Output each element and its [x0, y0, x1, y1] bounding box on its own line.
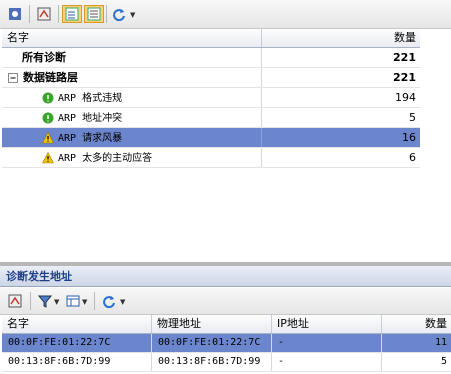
chevron-down-icon[interactable]: ▼ — [120, 298, 125, 306]
address-name: 00:0F:FE:01:22:7C — [2, 334, 152, 352]
address-mac: 00:13:8F:6B:7D:99 — [152, 353, 272, 371]
tree-view-icon — [65, 7, 79, 21]
diagnosis-row-selected[interactable]: ARP 请求风暴 16 — [2, 128, 420, 148]
address-ip: - — [272, 334, 382, 352]
diagnosis-row[interactable]: ARP 太多的主动应答 6 — [2, 148, 420, 168]
diagnosis-grid: 名字 数量 所有诊断 221 数据链路层 221 ARP 格式违规 194 AR… — [2, 29, 420, 168]
columns-icon — [66, 295, 80, 307]
columns-button[interactable] — [63, 292, 83, 310]
address-row-selected[interactable]: 00:0F:FE:01:22:7C 00:0F:FE:01:22:7C - 11 — [2, 334, 451, 353]
address-grid-header: 名字 物理地址 IP地址 数量 — [2, 315, 451, 334]
column-header-name[interactable]: 名字 — [2, 29, 262, 47]
refresh-icon — [113, 9, 125, 21]
ok-green-icon — [42, 112, 54, 124]
column-header-count[interactable]: 数量 — [382, 315, 451, 333]
column-header-ip[interactable]: IP地址 — [272, 315, 382, 333]
address-grid: 名字 物理地址 IP地址 数量 00:0F:FE:01:22:7C 00:0F:… — [2, 315, 451, 372]
diagnosis-row-label: ARP 太多的主动应答 — [58, 153, 153, 164]
address-name: 00:13:8F:6B:7D:99 — [2, 353, 152, 371]
collapse-minus-icon[interactable] — [7, 72, 19, 84]
column-header-count[interactable]: 数量 — [264, 29, 420, 47]
report-icon — [8, 294, 22, 308]
diagnosis-row-label: ARP 格式违规 — [58, 93, 123, 104]
diagnosis-row-count: 6 — [409, 151, 416, 164]
filter-button[interactable] — [35, 292, 55, 310]
refresh-button[interactable] — [99, 292, 119, 310]
chevron-down-icon[interactable]: ▼ — [130, 11, 135, 19]
list-view-icon — [87, 7, 101, 21]
diagnosis-row[interactable]: 所有诊断 221 — [2, 48, 420, 68]
diagnosis-row-count: 194 — [395, 91, 416, 104]
refresh-icon — [103, 296, 115, 308]
diagnosis-settings-button[interactable] — [5, 5, 25, 23]
address-row[interactable]: 00:13:8F:6B:7D:99 00:13:8F:6B:7D:99 - 5 — [2, 353, 451, 372]
gear-icon — [9, 8, 21, 20]
address-ip: - — [272, 353, 382, 371]
diagnosis-row-count: 16 — [402, 131, 416, 144]
diagnosis-row-label: 数据链路层 — [23, 71, 78, 84]
chevron-down-icon[interactable]: ▼ — [54, 298, 59, 306]
address-count: 11 — [434, 337, 447, 348]
diagnosis-row[interactable]: ARP 地址冲突 5 — [2, 108, 420, 128]
report-button[interactable] — [5, 292, 25, 310]
report-icon — [37, 7, 51, 21]
diagnosis-row-count: 5 — [409, 111, 416, 124]
column-header-mac[interactable]: 物理地址 — [152, 315, 272, 333]
diagnosis-row[interactable]: 数据链路层 221 — [2, 68, 420, 88]
column-header-name[interactable]: 名字 — [2, 315, 152, 333]
diagnosis-row-label: ARP 地址冲突 — [58, 113, 123, 124]
warning-icon — [42, 132, 54, 144]
diagnosis-row[interactable]: ARP 格式违规 194 — [2, 88, 420, 108]
tree-view-button[interactable] — [62, 5, 82, 23]
ok-green-icon — [42, 92, 54, 104]
refresh-button[interactable] — [109, 5, 129, 23]
chevron-down-icon[interactable]: ▼ — [82, 298, 87, 306]
panel-title: 诊断发生地址 — [0, 266, 451, 287]
address-mac: 00:0F:FE:01:22:7C — [152, 334, 272, 352]
filter-icon — [38, 295, 52, 308]
report-button[interactable] — [34, 5, 54, 23]
address-count: 5 — [440, 356, 447, 367]
diagnosis-row-label: 所有诊断 — [2, 48, 262, 67]
warning-icon — [42, 152, 54, 164]
diagnosis-grid-header: 名字 数量 — [2, 29, 420, 48]
address-toolbar: ▼ ▼ ▼ — [0, 288, 451, 315]
diagnosis-row-count: 221 — [393, 51, 416, 64]
list-view-button[interactable] — [84, 5, 104, 23]
diagnosis-row-label: ARP 请求风暴 — [58, 133, 123, 144]
diagnosis-row-count: 221 — [393, 71, 416, 84]
main-toolbar: ▼ — [0, 0, 451, 29]
